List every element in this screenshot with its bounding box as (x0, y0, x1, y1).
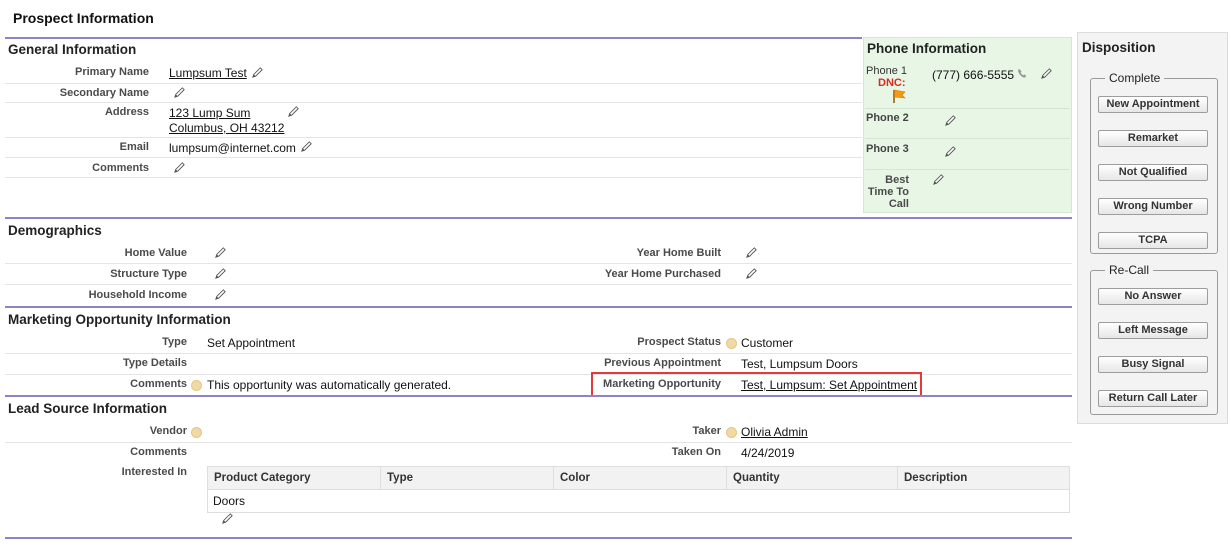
remarket-button[interactable]: Remarket (1098, 130, 1208, 147)
taker-link[interactable]: Olivia Admin (741, 425, 808, 439)
structure-type-label: Structure Type (110, 268, 187, 280)
lead-section-title: Lead Source Information (8, 401, 168, 416)
type-details-label: Type Details (123, 357, 187, 369)
marketing-section-title: Marketing Opportunity Information (8, 312, 231, 327)
phone1-value: (777) 666-5555 (932, 68, 1015, 82)
pencil-icon[interactable] (287, 105, 300, 118)
grid-header: Product Category Type Color Quantity Des… (208, 467, 1069, 490)
general-section-title: General Information (8, 42, 137, 57)
pencil-icon[interactable] (944, 114, 957, 127)
wrong-number-button[interactable]: Wrong Number (1098, 198, 1208, 215)
taken-on-label: Taken On (671, 446, 721, 458)
pencil-icon[interactable] (214, 267, 227, 280)
new-appointment-button[interactable]: New Appointment (1098, 96, 1208, 113)
phone3-label: Phone 3 (866, 143, 909, 155)
help-icon[interactable] (191, 380, 202, 391)
year-home-built-label: Year Home Built (636, 247, 721, 259)
flag-icon (893, 89, 906, 103)
prospect-status-value: Customer (741, 336, 794, 350)
grid-col-type[interactable]: Type (381, 467, 554, 490)
email-value: lumpsum@internet.com (169, 141, 296, 155)
primary-name-link[interactable]: Lumpsum Test (169, 66, 247, 80)
grid-cell-product-category: Doors (213, 494, 246, 508)
type-label: Type (162, 336, 187, 348)
year-home-purchased-label: Year Home Purchased (604, 268, 721, 280)
home-value-label: Home Value (124, 247, 187, 259)
marketing-rule (5, 306, 1072, 308)
comments-label: Comments (92, 162, 149, 174)
pencil-icon[interactable] (944, 145, 957, 158)
previous-appointment-value: Test, Lumpsum Doors (741, 357, 858, 371)
interested-in-label: Interested In (121, 466, 187, 478)
grid-col-description[interactable]: Description (898, 467, 1069, 490)
lead-comments-label: Comments (130, 446, 187, 458)
left-message-button[interactable]: Left Message (1098, 322, 1208, 339)
tcpa-button[interactable]: TCPA (1098, 232, 1208, 249)
page-title: Prospect Information (13, 10, 154, 26)
previous-appointment-label: Previous Appointment (604, 357, 721, 369)
help-icon[interactable] (726, 427, 737, 438)
lead-rule (5, 395, 1072, 397)
best-time-label: Best Time To Call (867, 174, 909, 210)
pencil-icon[interactable] (745, 267, 758, 280)
pencil-icon[interactable] (221, 512, 234, 525)
taker-label: Taker (692, 425, 721, 437)
primary-name-label: Primary Name (75, 66, 149, 78)
email-label: Email (119, 141, 149, 153)
type-value: Set Appointment (207, 336, 296, 350)
recall-legend: Re-Call (1105, 263, 1154, 277)
secondary-name-label: Secondary Name (59, 87, 149, 99)
general-rule (5, 37, 862, 39)
pencil-icon[interactable] (251, 66, 264, 79)
marketing-comments-value: This opportunity was automatically gener… (207, 378, 452, 392)
household-income-label: Household Income (88, 289, 187, 301)
grid-col-color[interactable]: Color (554, 467, 727, 490)
help-icon[interactable] (191, 427, 202, 438)
pencil-icon[interactable] (173, 161, 186, 174)
address-label: Address (104, 106, 149, 118)
prospect-status-label: Prospect Status (637, 336, 721, 348)
pencil-icon[interactable] (932, 173, 945, 186)
demographics-section-title: Demographics (8, 223, 102, 238)
phone-section-title: Phone Information (867, 41, 987, 56)
highlight-box (591, 372, 922, 397)
return-call-later-button[interactable]: Return Call Later (1098, 390, 1208, 407)
vendor-label: Vendor (149, 425, 187, 437)
complete-legend: Complete (1105, 71, 1165, 85)
pencil-icon[interactable] (300, 140, 313, 153)
grid-col-quantity[interactable]: Quantity (727, 467, 898, 490)
address-line1-link[interactable]: 123 Lump Sum (169, 106, 250, 120)
demographics-rule (5, 217, 1072, 219)
grid-col-product-category[interactable]: Product Category (208, 467, 381, 490)
phone2-label: Phone 2 (866, 112, 909, 124)
pencil-icon[interactable] (214, 246, 227, 259)
busy-signal-button[interactable]: Busy Signal (1098, 356, 1208, 373)
pencil-icon[interactable] (214, 288, 227, 301)
address-line2-link[interactable]: Columbus, OH 43212 (169, 121, 284, 135)
no-answer-button[interactable]: No Answer (1098, 288, 1208, 305)
taken-on-value: 4/24/2019 (741, 446, 795, 460)
product-grid: Product Category Type Color Quantity Des… (207, 466, 1070, 513)
pencil-icon[interactable] (1040, 67, 1053, 80)
bottom-rule (5, 537, 1072, 539)
phone1-label: Phone 1 (866, 65, 907, 77)
help-icon[interactable] (726, 338, 737, 349)
pencil-icon[interactable] (173, 86, 186, 99)
disposition-title: Disposition (1082, 40, 1156, 55)
pencil-icon[interactable] (745, 246, 758, 259)
not-qualified-button[interactable]: Not Qualified (1098, 164, 1208, 181)
phone-icon[interactable] (1016, 67, 1029, 80)
marketing-comments-label: Comments (130, 378, 187, 390)
